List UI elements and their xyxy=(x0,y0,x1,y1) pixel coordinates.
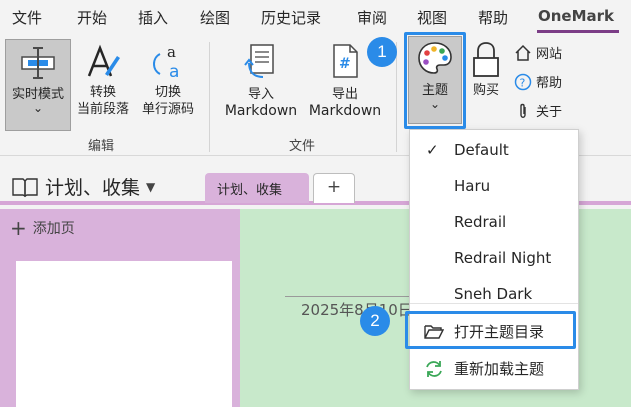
theme-option-label: Sneh Dark xyxy=(454,285,533,303)
chevron-down-icon: ⌄ xyxy=(32,101,44,115)
switch-source-button[interactable]: a a 切换 单行源码 xyxy=(136,39,200,131)
pen-text-icon xyxy=(87,44,120,77)
theme-option-label: Haru xyxy=(454,177,491,195)
svg-text:a: a xyxy=(167,44,176,61)
theme-option-label: Default xyxy=(454,141,509,159)
about-label: 关于 xyxy=(536,105,563,120)
plus-icon: + xyxy=(10,216,27,240)
import-markdown-button[interactable]: 导入 Markdown xyxy=(220,39,302,131)
active-tab-underline xyxy=(537,30,619,33)
menu-review[interactable]: 审阅 xyxy=(357,7,387,28)
theme-option-haru[interactable]: Haru xyxy=(410,168,578,204)
file-group-label: 文件 xyxy=(289,139,316,154)
dropdown-arrow-icon: ▼ xyxy=(146,179,156,194)
switch-label-line1: 切换 xyxy=(154,85,181,100)
pages-pane: + 添加页 xyxy=(0,209,240,407)
home-icon xyxy=(515,44,531,61)
help-label: 帮助 xyxy=(536,76,563,91)
svg-text:?: ? xyxy=(520,76,526,89)
page-date: 2025年8月10日 xyxy=(301,301,413,319)
theme-dropdown-menu: ✓ Default Haru Redrail Redrail Night Sne… xyxy=(409,129,579,390)
help-icon: ? xyxy=(514,73,532,90)
notebook-selector[interactable]: 计划、收集 ▼ xyxy=(11,173,155,200)
export-label-line2: Markdown xyxy=(308,103,382,119)
open-theme-dir-highlight xyxy=(405,311,576,349)
buy-label: 购买 xyxy=(472,83,499,98)
menu-divider xyxy=(410,303,578,304)
svg-text:a: a xyxy=(169,62,179,80)
tab-label: 计划、收集 xyxy=(217,183,283,198)
checkmark-icon: ✓ xyxy=(426,141,439,159)
menu-view[interactable]: 视图 xyxy=(417,7,447,28)
add-page-label: 添加页 xyxy=(32,221,75,237)
step-badge-2: 2 xyxy=(360,306,390,336)
menu-file[interactable]: 文件 xyxy=(12,7,42,28)
website-button[interactable]: 网站 xyxy=(514,43,562,62)
step-badge-1: 1 xyxy=(367,37,397,67)
convert-paragraph-button[interactable]: 转换 当前段落 xyxy=(72,39,134,131)
theme-option-label: Redrail Night xyxy=(454,249,552,267)
swap-text-icon: a a xyxy=(153,44,179,80)
menu-history[interactable]: 历史记录 xyxy=(261,7,321,28)
export-label-line1: 导出 xyxy=(331,87,358,102)
theme-button-highlight xyxy=(404,32,466,129)
add-section-tab[interactable]: + xyxy=(313,173,355,203)
import-label-line1: 导入 xyxy=(247,87,274,102)
buy-button[interactable]: 购买 xyxy=(464,39,508,119)
convert-label-line1: 转换 xyxy=(89,85,116,100)
plus-icon: + xyxy=(326,177,342,197)
notebook-title: 计划、收集 xyxy=(45,177,141,199)
notebook-icon xyxy=(12,177,38,197)
theme-option-default[interactable]: ✓ Default xyxy=(410,132,578,168)
realtime-mode-button[interactable]: 实时模式 ⌄ xyxy=(5,39,71,131)
markdown-file-icon: # xyxy=(333,44,358,78)
reload-theme-label: 重新加载主题 xyxy=(454,360,545,378)
theme-option-sneh-dark[interactable]: Sneh Dark xyxy=(410,276,578,312)
about-button[interactable]: 关于 xyxy=(514,101,562,120)
theme-option-label: Redrail xyxy=(454,213,507,231)
reload-theme[interactable]: 重新加载主题 xyxy=(410,351,578,387)
lock-icon xyxy=(473,42,499,77)
page-list-item[interactable] xyxy=(16,261,232,407)
menu-insert[interactable]: 插入 xyxy=(138,7,168,28)
switch-label-line2: 单行源码 xyxy=(141,102,194,117)
menu-onemark[interactable]: OneMark xyxy=(538,7,614,25)
menu-home[interactable]: 开始 xyxy=(77,7,107,28)
theme-option-redrail[interactable]: Redrail xyxy=(410,204,578,240)
theme-option-redrail-night[interactable]: Redrail Night xyxy=(410,240,578,276)
ribbon-separator xyxy=(396,42,397,152)
help-button[interactable]: ? 帮助 xyxy=(514,72,562,91)
website-label: 网站 xyxy=(536,47,563,62)
import-file-icon xyxy=(244,44,274,78)
refresh-icon xyxy=(426,361,442,377)
paperclip-icon xyxy=(520,103,526,118)
convert-label-line2: 当前段落 xyxy=(76,102,129,117)
tab-section[interactable]: 计划、收集 xyxy=(205,173,309,203)
add-page-button[interactable]: + 添加页 xyxy=(10,218,75,238)
menu-help[interactable]: 帮助 xyxy=(478,7,508,28)
ribbon-separator xyxy=(209,42,210,152)
svg-text:#: # xyxy=(339,56,351,72)
edit-group-label: 编辑 xyxy=(88,139,115,154)
text-cursor-icon xyxy=(21,47,55,79)
import-label-line2: Markdown xyxy=(224,103,298,119)
menu-draw[interactable]: 绘图 xyxy=(200,7,230,28)
menu-bar: 文件 开始 插入 绘图 历史记录 审阅 视图 帮助 OneMark xyxy=(0,0,631,34)
